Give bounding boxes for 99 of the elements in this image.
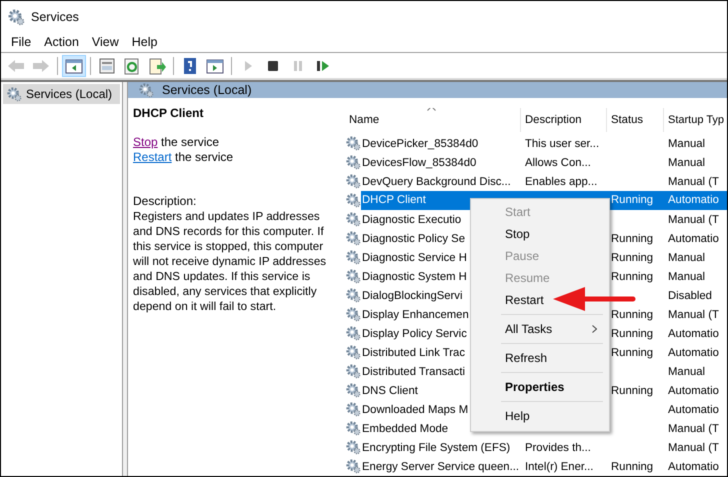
service-name[interactable]: Diagnostic System H [362, 270, 467, 282]
column-header[interactable]: Description [521, 108, 607, 132]
service-description: Intel(r) Ener... [525, 460, 594, 472]
service-action-link[interactable]: Restart [133, 150, 172, 164]
gear-icon [345, 325, 361, 341]
sheet-icon [97, 56, 117, 74]
service-name[interactable]: Diagnostic Policy Se [362, 232, 465, 244]
description-label: Description: [133, 194, 198, 209]
startup-type: Automatio [668, 346, 719, 358]
menu-item[interactable]: Help [126, 35, 164, 49]
service-status: Running [611, 384, 654, 396]
service-description: Allows Con... [525, 156, 591, 168]
service-name[interactable]: Embedded Mode [362, 422, 448, 434]
service-name[interactable]: DevQuery Background Disc... [362, 176, 511, 188]
service-title: DHCP Client [133, 106, 204, 120]
startup-type: Manual [668, 252, 706, 264]
service-name[interactable]: Display Policy Servic [362, 328, 467, 340]
startup-type: Disabled [668, 290, 712, 302]
service-name[interactable]: Distributed Link Trac [362, 346, 465, 358]
service-name[interactable]: Encrypting File System (EFS) [362, 442, 510, 454]
description-text: Registers and updates IP addresses and DNS records for this computer. If this service is stopped, this computer will not receive dynamic IP addresses and DNS updates. If this service is disabled, any services that explicitly depend on it will fail to start. [133, 209, 328, 314]
startup-type: Manual [668, 156, 706, 168]
gear-icon [345, 287, 361, 303]
service-action-link[interactable]: Stop [133, 135, 158, 149]
service-status: Running [611, 308, 654, 320]
gear-icon [345, 230, 361, 246]
gear-icon [345, 268, 361, 284]
startup-type: Automatio [668, 460, 719, 472]
gear-icon [345, 344, 361, 360]
gear-icon [345, 211, 361, 227]
gear-icon [345, 420, 361, 436]
gear-icon [7, 8, 25, 26]
startup-type: Manual (T [668, 442, 719, 454]
gear-icon [345, 135, 361, 151]
service-name[interactable]: DNS Client [362, 384, 418, 396]
service-name[interactable]: DevicesFlow_85384d0 [362, 156, 476, 168]
service-status: Running [611, 194, 654, 206]
column-header[interactable]: Name [345, 108, 521, 132]
gear-icon [345, 382, 361, 398]
startup-type: Automatio [668, 404, 719, 416]
service-name[interactable]: Downloaded Maps M [362, 404, 468, 416]
context-menu-item[interactable]: Help [504, 405, 532, 427]
chevron-icon [592, 325, 597, 333]
startup-type: Manual (T [668, 176, 719, 188]
gear-icon [345, 306, 361, 322]
context-menu-item[interactable]: All Tasks [504, 318, 609, 340]
service-description: Provides th... [525, 442, 591, 454]
service-description: This user ser... [525, 138, 600, 150]
gear-icon [345, 439, 361, 455]
startup-type: Automatio [668, 194, 719, 206]
service-status: Running [611, 232, 654, 244]
service-status: Running [611, 346, 654, 358]
window-title: Services [31, 10, 79, 24]
gear-icon [345, 173, 361, 189]
service-status: Running [611, 270, 654, 282]
startup-type: Automatio [668, 232, 719, 244]
startup-type: Manual (T [668, 308, 719, 320]
startup-type: Automatio [668, 384, 719, 396]
startup-type: Manual (T [668, 214, 719, 226]
service-status: Running [611, 252, 654, 264]
window-pane-icon [205, 56, 225, 74]
startup-type: Manual [668, 366, 706, 378]
startup-type: Automatio [668, 328, 719, 340]
service-name[interactable]: Display Enhancemen [362, 308, 469, 320]
action-text: the service [160, 135, 220, 149]
service-name[interactable]: Diagnostic Executio [362, 214, 462, 226]
startup-type: Manual [668, 138, 706, 150]
gear-icon [345, 192, 361, 208]
context-menu-item[interactable]: Restart [504, 289, 546, 311]
gear-icon [345, 363, 361, 379]
menu-item[interactable]: Action [38, 35, 86, 49]
column-header[interactable]: Status [607, 108, 664, 132]
gear-icon [345, 249, 361, 265]
context-menu-item[interactable]: Properties [504, 376, 566, 398]
service-name[interactable]: DialogBlockingServi [362, 290, 462, 302]
service-name[interactable]: Distributed Transacti [362, 366, 465, 378]
pane-title: Services (Local) [162, 83, 252, 97]
toolbar-button[interactable] [62, 54, 86, 76]
context-menu-item[interactable]: Refresh [504, 347, 550, 369]
column-header[interactable]: Startup Typ [664, 108, 727, 132]
export-icon [147, 56, 167, 74]
service-description: Enables app... [525, 176, 598, 188]
service-name[interactable]: Diagnostic Service H [362, 252, 467, 264]
startup-type: Manual [668, 270, 706, 282]
tree-item[interactable]: Services (Local) [3, 84, 120, 104]
context-menu-item[interactable]: Stop [504, 223, 532, 245]
action-text: the service [174, 150, 234, 164]
service-status: Running [611, 328, 654, 340]
tree-label: Services (Local) [26, 87, 112, 101]
gear-icon [345, 154, 361, 170]
window-pane-icon [64, 56, 84, 74]
menu-item[interactable]: View [86, 35, 126, 49]
service-status: Running [611, 460, 654, 472]
service-name[interactable]: DevicePicker_85384d0 [362, 138, 478, 150]
gear-icon [6, 86, 22, 102]
startup-type: Manual (T [668, 422, 719, 434]
service-name[interactable]: Energy Server Service queen... [362, 460, 519, 472]
gear-icon [345, 401, 361, 417]
menu-item[interactable]: File [5, 35, 38, 49]
